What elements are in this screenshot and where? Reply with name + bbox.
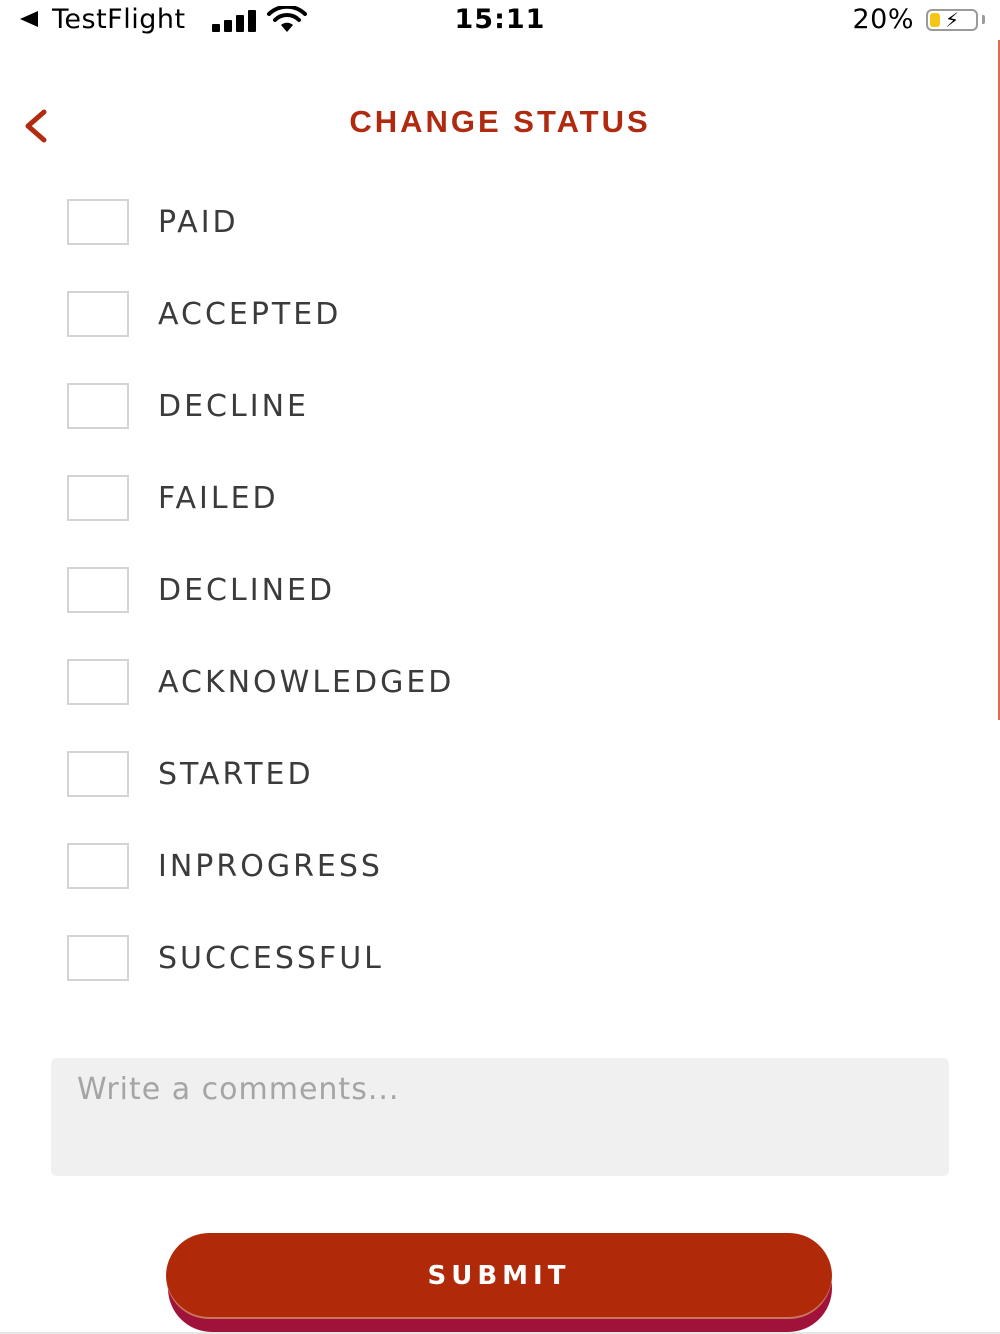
status-list-viewport[interactable]: DELIVERED PAID ACCEPTED DECLINE FAILED DECLIN… (0, 160, 1000, 1040)
charging-bolt-icon: ⚡ (944, 8, 960, 32)
status-option-label: PAID (158, 205, 239, 240)
header: CHANGE STATUS (0, 90, 1000, 160)
checkbox[interactable] (67, 475, 129, 521)
status-option-label: FAILED (158, 481, 279, 516)
battery-percent: 20% (852, 4, 914, 35)
checkbox[interactable] (67, 383, 129, 429)
change-status-screen: TestFlight 15:11 20% ⚡ CHANGE STATUS PAI… (0, 0, 1000, 1334)
checkbox[interactable] (67, 659, 129, 705)
status-option-label: ACCEPTED (158, 297, 342, 332)
status-option-successful[interactable]: SUCCESSFUL (0, 913, 1000, 1005)
status-option-label: STARTED (158, 757, 314, 792)
checkbox[interactable] (67, 199, 129, 245)
status-bar-time: 15:11 (454, 4, 546, 35)
status-option-label: INPROGRESS (158, 849, 383, 884)
checkbox[interactable] (67, 567, 129, 613)
status-option-accepted[interactable]: ACCEPTED (0, 269, 1000, 361)
status-bar: TestFlight 15:11 20% ⚡ (0, 0, 1000, 44)
checkbox[interactable] (67, 751, 129, 797)
status-option-label: DECLINE (158, 389, 309, 424)
status-option-decline[interactable]: DECLINE (0, 361, 1000, 453)
status-list: DELIVERED PAID ACCEPTED DECLINE FAILED DECLIN… (0, 160, 1000, 1005)
status-option-label: SUCCESSFUL (158, 941, 384, 976)
status-option-paid[interactable]: PAID (0, 177, 1000, 269)
checkbox[interactable] (67, 935, 129, 981)
status-option-started[interactable]: STARTED (0, 729, 1000, 821)
status-option-inprogress[interactable]: INPROGRESS (0, 821, 1000, 913)
submit-button[interactable]: SUBMIT (166, 1233, 832, 1319)
comment-input[interactable] (51, 1058, 949, 1176)
battery-icon: ⚡ (926, 8, 978, 32)
page-title: CHANGE STATUS (349, 104, 651, 139)
status-option-label: ACKNOWLEDGED (158, 665, 455, 700)
status-option-declined[interactable]: DECLINED (0, 545, 1000, 637)
checkbox[interactable] (67, 843, 129, 889)
status-option-failed[interactable]: FAILED (0, 453, 1000, 545)
checkbox[interactable] (67, 291, 129, 337)
status-option-acknowledged[interactable]: ACKNOWLEDGED (0, 637, 1000, 729)
status-option-label: DECLINED (158, 573, 336, 608)
battery-nub (982, 15, 985, 24)
status-option-delivered[interactable]: DELIVERED (0, 160, 1000, 177)
